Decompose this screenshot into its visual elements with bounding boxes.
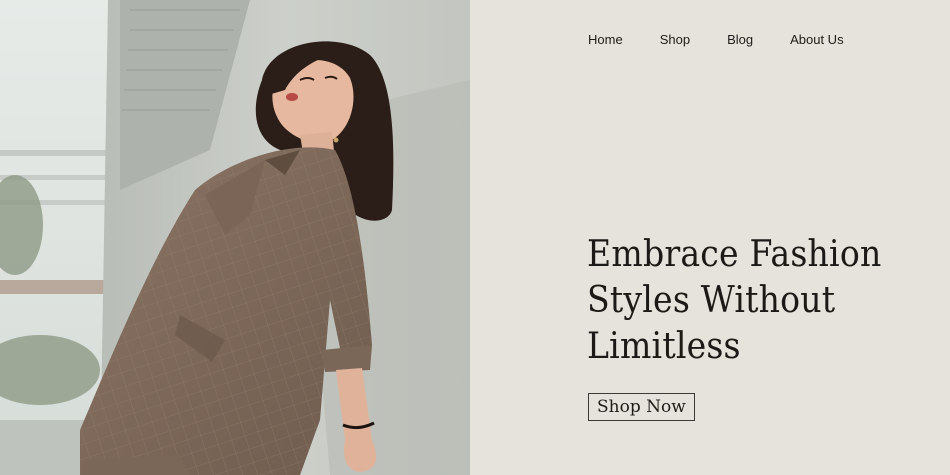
nav-about-us-link[interactable]: About Us: [790, 30, 843, 50]
hero-image: [0, 0, 470, 475]
nav-shop-link[interactable]: Shop: [660, 30, 690, 50]
headline-line-3: Limitless: [587, 326, 741, 367]
shop-now-button[interactable]: Shop Now: [588, 393, 695, 421]
headline-line-2: Styles Without: [587, 280, 836, 321]
landing-page: Home Shop Blog About Us Embrace Fashion …: [0, 0, 950, 475]
headline-line-1: Embrace Fashion: [587, 234, 882, 275]
content-panel: Home Shop Blog About Us Embrace Fashion …: [470, 0, 950, 475]
nav-home-link[interactable]: Home: [588, 30, 623, 50]
model-photo-icon: [0, 0, 470, 475]
nav-blog-link[interactable]: Blog: [727, 30, 753, 50]
hero-headline: Embrace Fashion Styles Without Limitless: [587, 232, 881, 370]
